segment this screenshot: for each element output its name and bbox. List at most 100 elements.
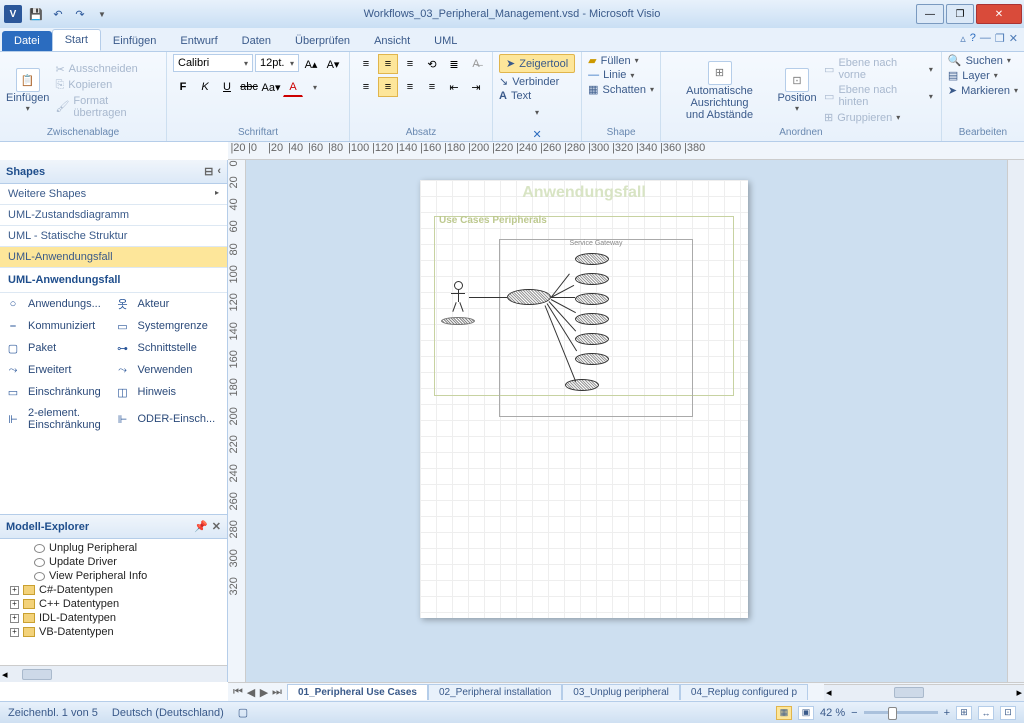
connector[interactable]	[469, 297, 507, 298]
minimize-ribbon-icon[interactable]: ▵	[960, 32, 966, 45]
shape-kommuniziert[interactable]: ⎯Kommuniziert	[4, 319, 114, 333]
weitere-shapes-item[interactable]: Weitere Shapes▸	[0, 184, 227, 205]
canvas[interactable]: Anwendungsfall Use Cases Peripherals Ser…	[246, 160, 1007, 682]
usecase-node[interactable]	[575, 253, 609, 265]
actor-shape[interactable]	[449, 281, 467, 310]
pane-collapse-arrow-icon[interactable]: ‹	[217, 165, 221, 178]
usecase-node[interactable]	[575, 353, 609, 365]
fit-width-icon[interactable]: ↔	[978, 706, 994, 720]
ausschneiden-button[interactable]: ✂Ausschneiden	[53, 62, 160, 77]
zoom-out-icon[interactable]: −	[851, 707, 857, 719]
tree-node[interactable]: +C++ Datentypen	[2, 597, 225, 611]
use-case-frame[interactable]: Use Cases Peripherals Service Gateway	[434, 216, 734, 396]
zoom-in-icon[interactable]: +	[944, 707, 950, 719]
font-size-combo[interactable]: 12pt.▾	[255, 54, 299, 72]
tab-start[interactable]: Start	[52, 29, 101, 51]
view-normal-icon[interactable]: ▦	[776, 706, 792, 720]
suchen-button[interactable]: 🔍Suchen▾	[948, 54, 1011, 67]
tree-node[interactable]: Unplug Peripheral	[2, 541, 225, 555]
shape-schnittstelle[interactable]: ⊶Schnittstelle	[114, 341, 224, 355]
redo-icon[interactable]: ↷	[70, 4, 90, 24]
italic-button[interactable]: K	[195, 77, 215, 97]
shape-systemgrenze[interactable]: ▭Systemgrenze	[114, 319, 224, 333]
usecase-node[interactable]	[575, 273, 609, 285]
sheet-first-icon[interactable]: ⏮	[232, 686, 244, 699]
align-left-button[interactable]: ≡	[356, 77, 376, 97]
undo-icon[interactable]: ↶	[48, 4, 68, 24]
shape-2element[interactable]: ⊩2-element. Einschränkung	[4, 407, 114, 431]
shape-paket[interactable]: ▢Paket	[4, 341, 114, 355]
tab-einfuegen[interactable]: Einfügen	[101, 31, 168, 51]
close-button[interactable]: ✕	[976, 4, 1022, 24]
tree-node[interactable]: +C#-Datentypen	[2, 583, 225, 597]
pan-zoom-icon[interactable]: ⊡	[1000, 706, 1016, 720]
maximize-button[interactable]: ❐	[946, 4, 974, 24]
qat-customize-icon[interactable]: ▼	[92, 4, 112, 24]
tab-uml[interactable]: UML	[422, 31, 469, 51]
position-button[interactable]: ⊡ Position▾	[776, 58, 818, 124]
align-middle-button[interactable]: ≡	[378, 54, 398, 74]
tree-node[interactable]: View Peripheral Info	[2, 569, 225, 583]
sheet-tab-4[interactable]: 04_Replug configured p	[680, 684, 808, 700]
align-center-button[interactable]: ≡	[378, 77, 398, 97]
align-justify-button[interactable]: ≡	[422, 77, 442, 97]
auto-ausrichtung-button[interactable]: ⊞ Automatische Ausrichtung und Abstände	[667, 58, 772, 124]
connection-point-button[interactable]: ✕	[527, 124, 547, 144]
pane-pin-icon[interactable]: 📌	[194, 520, 208, 533]
increase-indent-button[interactable]: ⇥	[466, 77, 486, 97]
uml-statisch-item[interactable]: UML - Statische Struktur	[0, 226, 227, 247]
tab-daten[interactable]: Daten	[230, 31, 283, 51]
shape-hinweis[interactable]: ◫Hinweis	[114, 385, 224, 399]
sheet-next-icon[interactable]: ▶	[258, 686, 270, 699]
actor-base[interactable]	[441, 317, 475, 325]
zeigertool-button[interactable]: ➤Zeigertool	[499, 54, 575, 73]
shape-oder[interactable]: ⊩ODER-Einsch...	[114, 407, 224, 431]
mdi-close-icon[interactable]: ✕	[1009, 32, 1018, 45]
bullets-button[interactable]: ≣	[444, 54, 464, 74]
shape-anwendungsfall[interactable]: ○Anwendungs...	[4, 297, 114, 311]
tab-ueberpruefen[interactable]: Überprüfen	[283, 31, 362, 51]
sheet-prev-icon[interactable]: ◀	[245, 686, 257, 699]
shape-einschraenkung[interactable]: ▭Einschränkung	[4, 385, 114, 399]
align-right-button[interactable]: ≡	[400, 77, 420, 97]
fit-page-icon[interactable]: ⊞	[956, 706, 972, 720]
grow-font-button[interactable]: A▴	[301, 54, 321, 74]
connector[interactable]	[551, 297, 575, 298]
shape-akteur[interactable]: 옷Akteur	[114, 297, 224, 311]
pane-collapse-icon[interactable]: ⊟	[204, 165, 213, 178]
view-fullscreen-icon[interactable]: ▣	[798, 706, 814, 720]
bold-button[interactable]: F	[173, 77, 193, 97]
usecase-node[interactable]	[575, 333, 609, 345]
case-button[interactable]: Aa▾	[261, 77, 281, 97]
minimize-button[interactable]: —	[916, 4, 944, 24]
usecase-node[interactable]	[565, 379, 599, 391]
zoom-level[interactable]: 42 %	[820, 707, 845, 719]
sheet-last-icon[interactable]: ⏭	[271, 686, 283, 699]
mdi-minimize-icon[interactable]: —	[980, 32, 991, 45]
usecase-node[interactable]	[575, 293, 609, 305]
align-top-button[interactable]: ≡	[356, 54, 376, 74]
drawing-page[interactable]: Anwendungsfall Use Cases Peripherals Ser…	[420, 180, 748, 618]
canvas-hscrollbar[interactable]: ◂▸	[824, 684, 1024, 701]
underline-button[interactable]: U	[217, 77, 237, 97]
text-button[interactable]: AText	[499, 90, 531, 102]
pane-close-icon[interactable]: ✕	[212, 520, 221, 533]
ebene-vorne-button[interactable]: ▭Ebene nach vorne▾	[822, 56, 935, 82]
help-icon[interactable]: ?	[970, 32, 976, 45]
explorer-scrollbar[interactable]: ◂	[0, 665, 227, 682]
usecase-main[interactable]	[507, 289, 551, 305]
shape-verwenden[interactable]: ⤳Verwenden	[114, 363, 224, 377]
ebene-hinten-button[interactable]: ▭Ebene nach hinten▾	[822, 83, 935, 109]
macro-record-icon[interactable]: ▢	[238, 706, 248, 719]
tab-ansicht[interactable]: Ansicht	[362, 31, 422, 51]
einfuegen-button[interactable]: 📋 Einfügen▾	[6, 58, 49, 124]
decrease-indent-button[interactable]: ⇤	[444, 77, 464, 97]
rectangle-tool-button[interactable]: ▾	[527, 102, 547, 122]
shape-erweitert[interactable]: ⤳Erweitert	[4, 363, 114, 377]
kopieren-button[interactable]: ⎘Kopieren	[53, 78, 160, 93]
tree-node[interactable]: +IDL-Datentypen	[2, 611, 225, 625]
usecase-node[interactable]	[575, 313, 609, 325]
sheet-tab-1[interactable]: 01_Peripheral Use Cases	[287, 684, 428, 700]
strike-button[interactable]: abc	[239, 77, 259, 97]
tab-entwurf[interactable]: Entwurf	[168, 31, 229, 51]
